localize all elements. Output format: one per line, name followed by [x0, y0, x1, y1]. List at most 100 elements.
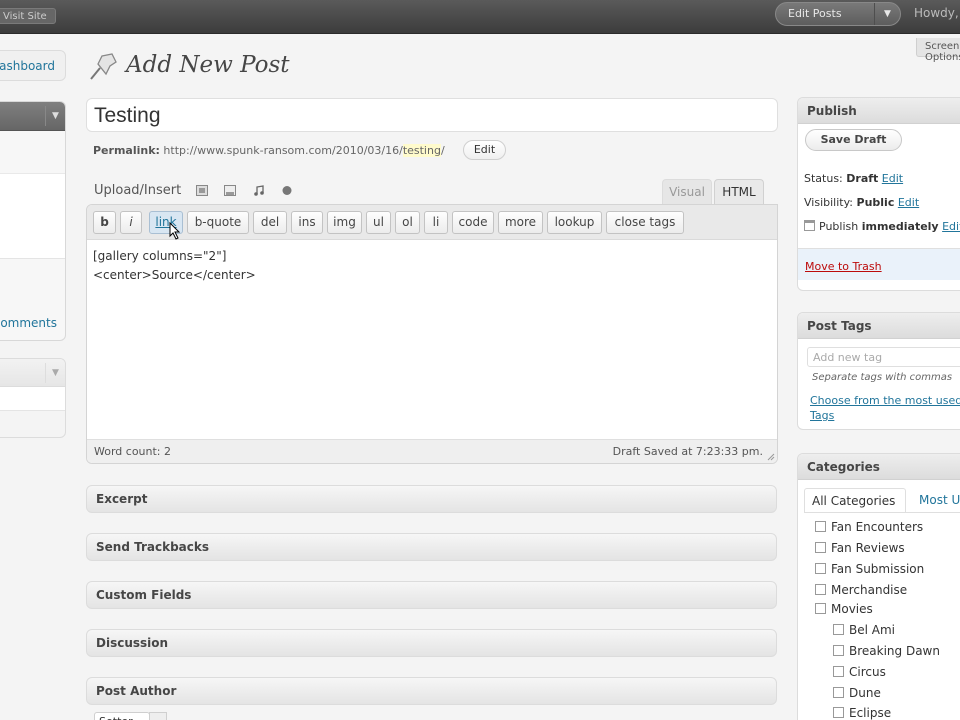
tab-visual[interactable]: Visual — [662, 179, 712, 204]
favorite-actions-label[interactable]: Edit Posts — [788, 7, 842, 20]
category-item[interactable]: Merchandise — [815, 583, 907, 597]
add-media-icon[interactable] — [281, 185, 293, 196]
resize-grip-icon[interactable] — [767, 453, 775, 461]
menu-posts-header[interactable]: ▼ — [0, 102, 65, 131]
publish-box-title[interactable]: Publish — [798, 98, 960, 124]
postbox-post-author[interactable]: Post Author — [86, 677, 777, 705]
quicktag-more-button[interactable]: more — [498, 211, 543, 234]
visit-site-button[interactable]: Visit Site — [0, 8, 56, 24]
category-checklist: Fan Encounters Fan Reviews Fan Submissio… — [804, 512, 960, 720]
checkbox[interactable] — [833, 624, 844, 635]
quicktag-lookup-button[interactable]: lookup — [547, 211, 602, 234]
category-item[interactable]: Dune — [833, 686, 881, 700]
category-item[interactable]: Fan Encounters — [815, 520, 923, 534]
category-item[interactable]: Breaking Dawn — [833, 644, 940, 658]
post-editor: b i link b-quote del ins img ul ol li co… — [86, 204, 778, 464]
quicktag-bold-button[interactable]: b — [93, 211, 116, 234]
edit-visibility-link[interactable]: Edit — [898, 196, 919, 209]
category-item[interactable]: Circus — [833, 665, 886, 679]
edit-timestamp-link[interactable]: Edit — [942, 220, 960, 233]
quicktag-code-button[interactable]: code — [452, 211, 494, 234]
tab-most-used[interactable]: Most Used — [912, 488, 960, 513]
checkbox[interactable] — [833, 666, 844, 677]
checkbox[interactable] — [815, 542, 826, 553]
chevron-down-icon[interactable]: ▼ — [874, 3, 900, 25]
post-visibility-value: Public — [856, 196, 895, 209]
postbox-send-trackbacks[interactable]: Send Trackbacks — [86, 533, 777, 561]
quicktags-toolbar: b i link b-quote del ins img ul ol li co… — [87, 205, 777, 240]
post-author-select[interactable]: Setter — [94, 712, 150, 720]
menu-links[interactable]: ▼ — [0, 358, 66, 438]
checkbox[interactable] — [833, 687, 844, 698]
add-video-icon[interactable] — [224, 185, 236, 196]
permalink-trail: / — [440, 144, 445, 157]
quicktag-italic-button[interactable]: i — [120, 211, 142, 234]
menu-links-header[interactable]: ▼ — [0, 359, 65, 387]
post-status: Status: Draft Edit — [804, 172, 904, 185]
tab-html[interactable]: HTML — [714, 179, 764, 205]
howdy-greeting: Howdy, — [914, 6, 959, 20]
quicktag-close-tags-button[interactable]: close tags — [606, 211, 684, 234]
admin-bar: Visit Site Edit Posts ▼ Howdy, — [0, 0, 960, 34]
permalink-slug[interactable]: testing — [402, 144, 441, 157]
edit-status-link[interactable]: Edit — [882, 172, 903, 185]
menu-comments-label[interactable]: Comments — [0, 316, 57, 330]
editor-status-bar: Word count: 2 Draft Saved at 7:23:33 pm. — [87, 439, 777, 463]
checkbox[interactable] — [815, 584, 826, 595]
calendar-icon — [804, 220, 815, 231]
postbox-custom-fields[interactable]: Custom Fields — [86, 581, 777, 609]
add-image-icon[interactable] — [196, 185, 208, 196]
quicktag-del-button[interactable]: del — [253, 211, 287, 234]
quicktag-li-button[interactable]: li — [424, 211, 448, 234]
post-status-value: Draft — [846, 172, 879, 185]
menu-dashboard-label[interactable]: Dashboard — [0, 59, 55, 73]
chevron-down-icon[interactable] — [149, 712, 167, 720]
choose-tags-link[interactable]: Choose from the most used Tags — [810, 393, 960, 423]
menu-dashboard[interactable]: Dashboard — [0, 50, 66, 81]
post-tags-title[interactable]: Post Tags — [798, 313, 960, 339]
category-item[interactable]: Movies — [815, 602, 873, 616]
save-draft-button[interactable]: Save Draft — [805, 129, 902, 151]
checkbox[interactable] — [815, 563, 826, 574]
content-line: [gallery columns="2"] — [93, 249, 227, 263]
permalink-edit-button[interactable]: Edit — [463, 140, 506, 160]
screen-options-tab[interactable]: Screen Options — [916, 38, 960, 63]
postbox-discussion[interactable]: Discussion — [86, 629, 777, 657]
pushpin-icon — [90, 53, 117, 80]
chevron-down-icon[interactable]: ▼ — [45, 106, 65, 126]
post-title-input[interactable]: Testing — [86, 98, 778, 132]
quicktag-ul-button[interactable]: ul — [366, 211, 391, 234]
category-item[interactable]: Fan Submission — [815, 562, 924, 576]
checkbox[interactable] — [833, 645, 844, 656]
move-to-trash-link[interactable]: Move to Trash — [805, 260, 882, 273]
menu-posts-submenu — [0, 173, 65, 259]
menu-posts[interactable]: ▼ Comments — [0, 101, 66, 341]
add-audio-icon[interactable] — [253, 185, 265, 196]
category-item[interactable]: Fan Reviews — [815, 541, 905, 555]
tab-all-categories[interactable]: All Categories — [804, 488, 906, 513]
quicktag-ins-button[interactable]: ins — [291, 211, 323, 234]
postbox-title[interactable]: Custom Fields — [96, 588, 191, 602]
post-tags-box: Post Tags Add new tag Separate tags with… — [797, 312, 960, 430]
quicktag-ol-button[interactable]: ol — [395, 211, 420, 234]
chevron-down-icon[interactable]: ▼ — [45, 363, 65, 383]
tags-hint: Separate tags with commas — [812, 372, 953, 383]
category-item[interactable]: Eclipse — [833, 706, 891, 720]
new-tag-input[interactable]: Add new tag — [807, 347, 960, 367]
postbox-excerpt[interactable]: Excerpt — [86, 485, 777, 513]
favorite-actions[interactable]: Edit Posts ▼ — [775, 2, 901, 26]
checkbox[interactable] — [815, 603, 826, 614]
checkbox[interactable] — [815, 521, 826, 532]
permalink-base: http://www.spunk-ransom.com/2010/03/16/ — [163, 144, 403, 157]
categories-title[interactable]: Categories — [798, 454, 960, 480]
category-item[interactable]: Bel Ami — [833, 623, 895, 637]
postbox-title[interactable]: Send Trackbacks — [96, 540, 209, 554]
quicktag-img-button[interactable]: img — [327, 211, 362, 234]
post-content-textarea[interactable]: [gallery columns="2"] <center>Source</ce… — [87, 240, 777, 292]
quicktag-bquote-button[interactable]: b-quote — [187, 211, 249, 234]
postbox-title[interactable]: Post Author — [96, 684, 176, 698]
checkbox[interactable] — [833, 707, 844, 718]
postbox-title[interactable]: Discussion — [96, 636, 168, 650]
postbox-title[interactable]: Excerpt — [96, 492, 147, 506]
menu-links-submenu — [0, 387, 65, 411]
